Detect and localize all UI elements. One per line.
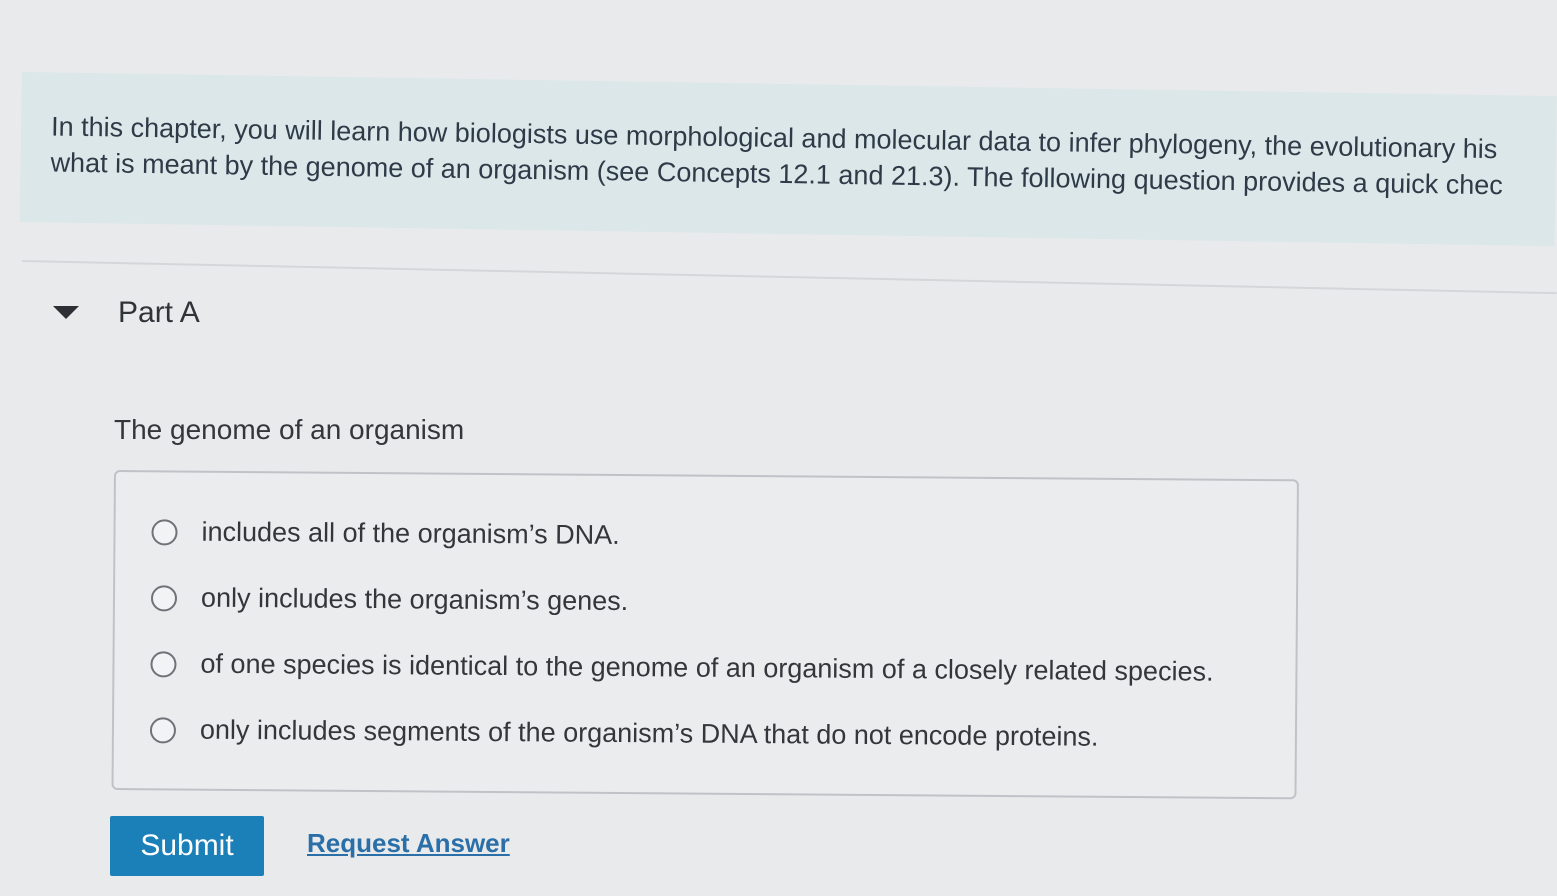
caret-down-icon[interactable]	[52, 303, 80, 323]
choice-2[interactable]: only includes the organism’s genes.	[150, 582, 629, 617]
submit-button[interactable]: Submit	[110, 816, 264, 876]
radio-button[interactable]	[150, 584, 178, 611]
part-header: Part A	[52, 296, 200, 330]
choice-label: only includes segments of the organism’s…	[199, 714, 1099, 752]
choice-3[interactable]: of one species is identical to the genom…	[150, 648, 1214, 687]
choice-label: only includes the organism’s genes.	[200, 582, 629, 617]
choice-label: of one species is identical to the genom…	[200, 648, 1214, 687]
choice-label: includes all of the organism’s DNA.	[201, 516, 620, 550]
answer-choices: includes all of the organism’s DNA. only…	[111, 470, 1299, 800]
section-divider	[21, 260, 1557, 295]
part-title: Part A	[118, 296, 200, 329]
radio-button[interactable]	[150, 650, 177, 677]
radio-button[interactable]	[151, 518, 178, 546]
choice-4[interactable]: only includes segments of the organism’s…	[149, 714, 1099, 752]
radio-button[interactable]	[149, 716, 177, 743]
intro-text: In this chapter, you will learn how biol…	[50, 108, 1557, 204]
choice-1[interactable]: includes all of the organism’s DNA.	[151, 516, 620, 551]
intro-banner: In this chapter, you will learn how biol…	[19, 72, 1557, 247]
question-stem: The genome of an organism	[114, 414, 465, 445]
request-answer-link[interactable]: Request Answer	[307, 828, 510, 859]
